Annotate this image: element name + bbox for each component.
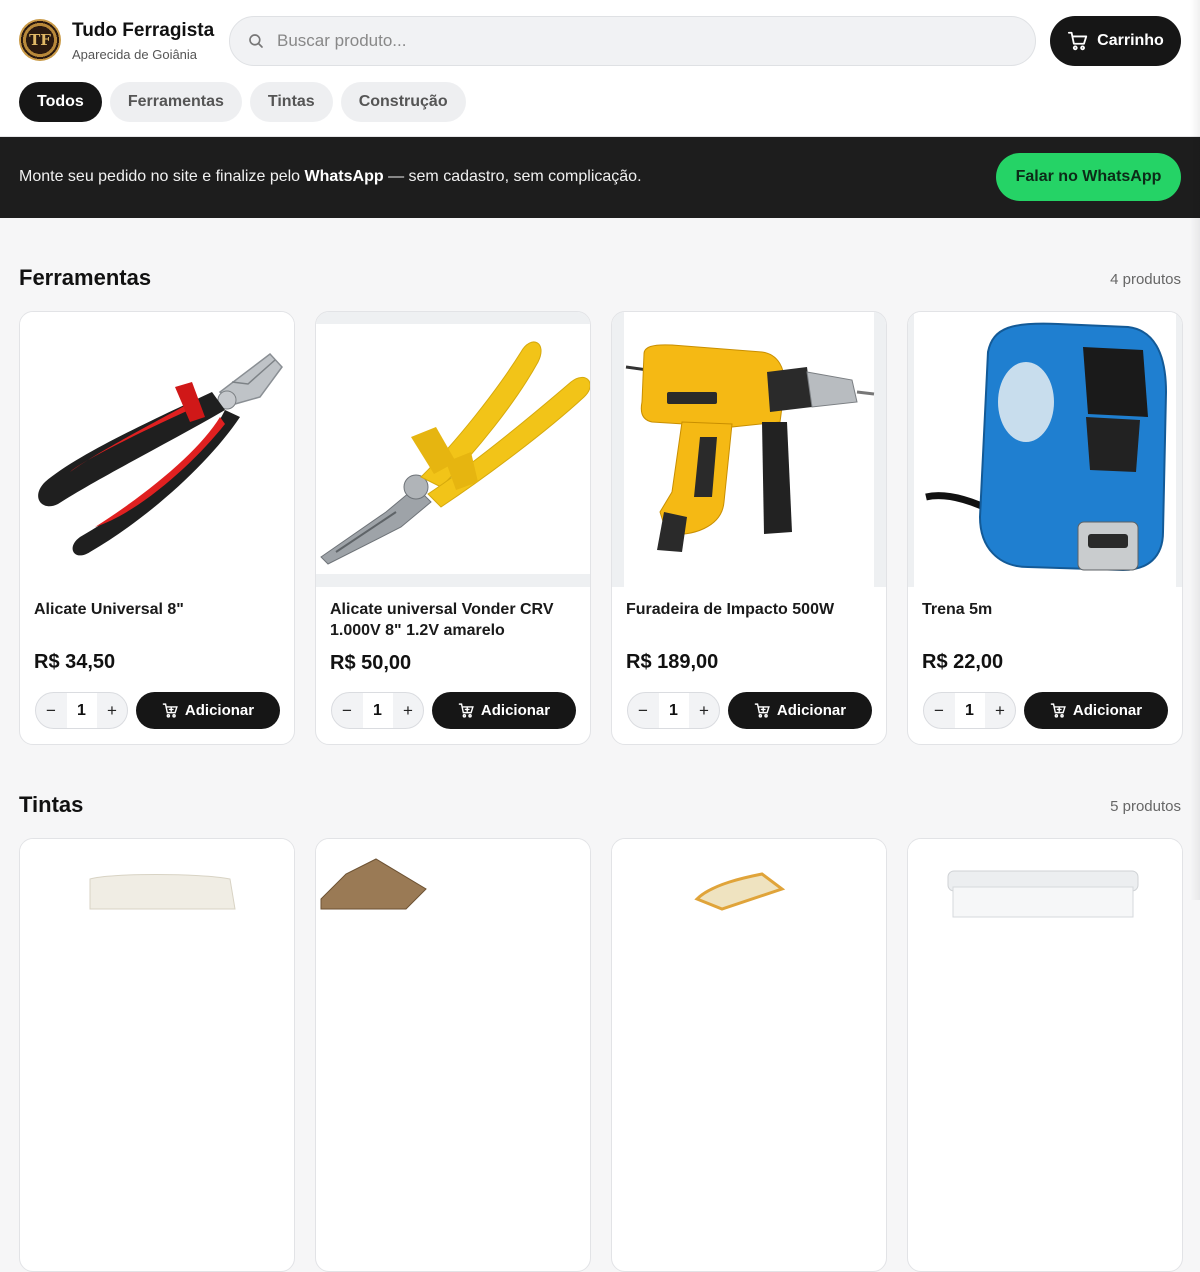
whatsapp-button[interactable]: Falar no WhatsApp [996, 153, 1181, 201]
add-label: Adicionar [184, 702, 255, 719]
paint-brush-icon [320, 858, 427, 910]
decrease-button[interactable]: − [36, 701, 66, 721]
product-grid-tintas [19, 838, 1183, 1272]
quantity-stepper: − 1 + [627, 692, 720, 729]
quantity-stepper: − 1 + [35, 692, 128, 729]
tab-tintas[interactable]: Tintas [249, 82, 333, 122]
product-image [612, 312, 886, 587]
product-image [316, 312, 590, 587]
cart-plus-icon [458, 703, 474, 718]
add-label: Adicionar [480, 702, 551, 719]
tab-ferramentas[interactable]: Ferramentas [109, 82, 242, 122]
section-count: 4 produtos [1110, 271, 1181, 288]
product-card[interactable] [611, 838, 887, 1272]
increase-button[interactable]: + [97, 701, 127, 721]
decrease-button[interactable]: − [628, 701, 658, 721]
add-label: Adicionar [1072, 702, 1143, 719]
yellow-pliers-icon [316, 324, 590, 574]
cart-label: Carrinho [1097, 32, 1164, 49]
whatsapp-banner: Monte seu pedido no site e finalize pelo… [0, 137, 1200, 218]
site-header: TF Tudo Ferragista Aparecida de Goiânia … [0, 0, 1200, 137]
banner-text-before: Monte seu pedido no site e finalize pelo [19, 168, 305, 185]
product-card[interactable] [19, 838, 295, 1272]
tape-measure-icon [914, 312, 1176, 587]
quantity-value[interactable]: 1 [66, 693, 97, 728]
product-card[interactable]: Alicate Universal 8" R$ 34,50 − 1 + Adic… [19, 311, 295, 745]
product-card[interactable]: Furadeira de Impacto 500W R$ 189,00 − 1 … [611, 311, 887, 745]
store-location: Aparecida de Goiânia [72, 47, 198, 62]
product-image [908, 312, 1182, 587]
paint-roller-icon [694, 872, 786, 911]
quantity-value[interactable]: 1 [954, 693, 985, 728]
cart-plus-icon [162, 703, 178, 718]
section-title: Ferramentas [19, 265, 152, 290]
product-card[interactable] [315, 838, 591, 1272]
product-price: R$ 22,00 [922, 651, 1004, 673]
quantity-value[interactable]: 1 [658, 693, 689, 728]
cart-plus-icon [754, 703, 770, 718]
search-icon [249, 34, 263, 48]
banner-text-bold: WhatsApp [304, 168, 384, 185]
cart-plus-icon [1050, 703, 1066, 718]
product-price: R$ 50,00 [330, 652, 412, 674]
product-image [316, 839, 590, 1114]
product-image [20, 839, 294, 1114]
section-count: 5 produtos [1110, 798, 1181, 815]
add-label: Adicionar [776, 702, 847, 719]
product-grid-ferramentas: Alicate Universal 8" R$ 34,50 − 1 + Adic… [19, 311, 1183, 745]
category-tabs: Todos Ferramentas Tintas Construção [19, 82, 466, 122]
increase-button[interactable]: + [689, 701, 719, 721]
product-card[interactable] [907, 838, 1183, 1272]
product-name[interactable]: Alicate Universal 8" [34, 599, 274, 620]
product-image [612, 839, 886, 1114]
add-to-cart-button[interactable]: Adicionar [1024, 692, 1168, 729]
banner-text-after: — sem cadastro, sem complicação. [383, 168, 642, 185]
brand: Tudo Ferragista Aparecida de Goiânia [72, 20, 214, 62]
add-to-cart-button[interactable]: Adicionar [432, 692, 576, 729]
logo-monogram: TF [29, 31, 51, 49]
decrease-button[interactable]: − [332, 701, 362, 721]
product-name[interactable]: Furadeira de Impacto 500W [626, 599, 866, 620]
product-image [908, 839, 1182, 1114]
cart-button[interactable]: Carrinho [1050, 16, 1181, 66]
search-input[interactable] [277, 31, 977, 51]
product-price: R$ 189,00 [626, 651, 719, 673]
banner-text: Monte seu pedido no site e finalize pelo… [19, 168, 642, 186]
impact-drill-icon [624, 312, 875, 587]
product-name[interactable]: Trena 5m [922, 599, 1162, 620]
paint-bucket-icon [947, 870, 1139, 918]
increase-button[interactable]: + [985, 701, 1015, 721]
tab-todos[interactable]: Todos [19, 82, 102, 122]
add-to-cart-button[interactable]: Adicionar [728, 692, 872, 729]
tab-construcao[interactable]: Construção [340, 82, 466, 122]
store-name: Tudo Ferragista [72, 20, 215, 41]
cart-icon [1068, 31, 1088, 51]
quantity-stepper: − 1 + [923, 692, 1016, 729]
product-card[interactable]: Trena 5m R$ 22,00 − 1 + Adicionar [907, 311, 1183, 745]
product-card[interactable]: Alicate universal Vonder CRV 1.000V 8" 1… [315, 311, 591, 745]
quantity-stepper: − 1 + [331, 692, 424, 729]
red-pliers-icon [38, 352, 283, 556]
section-title: Tintas [19, 792, 84, 817]
decrease-button[interactable]: − [924, 701, 954, 721]
product-price: R$ 34,50 [34, 651, 116, 673]
add-to-cart-button[interactable]: Adicionar [136, 692, 280, 729]
product-image [20, 312, 294, 587]
quantity-value[interactable]: 1 [362, 693, 393, 728]
search-bar[interactable] [229, 16, 1036, 66]
store-logo[interactable]: TF [19, 19, 61, 61]
product-name[interactable]: Alicate universal Vonder CRV 1.000V 8" 1… [330, 599, 570, 641]
increase-button[interactable]: + [393, 701, 423, 721]
white-fabric-icon [89, 874, 236, 910]
